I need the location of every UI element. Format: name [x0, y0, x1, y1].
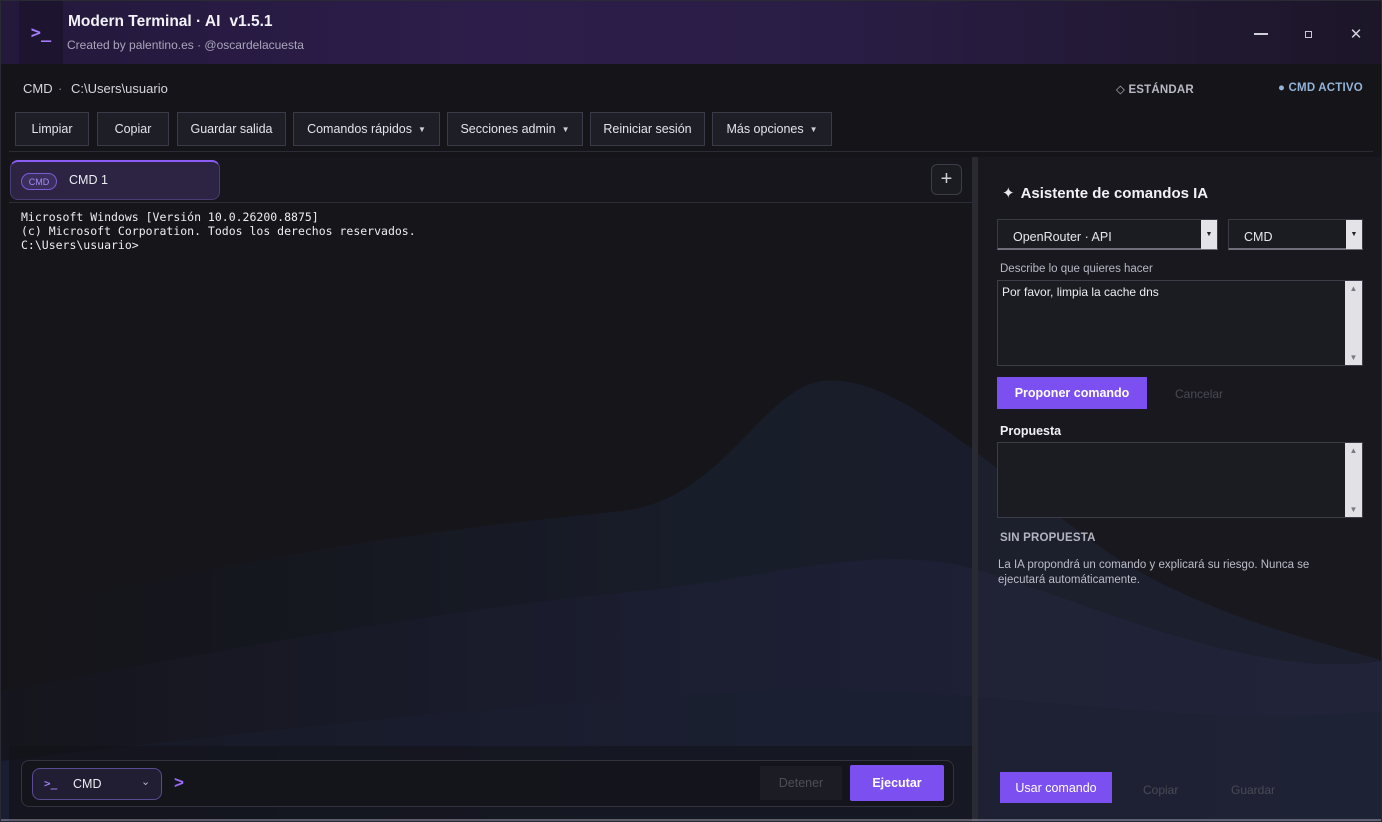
save-proposal-button[interactable]: Guardar — [1231, 783, 1275, 797]
title-bar: >_ Modern Terminal · AI v1.5.1 Created by… — [1, 1, 1381, 64]
ai-panel-title: ✦ Asistente de comandos IA — [1002, 184, 1208, 202]
sparkle-icon: ✦ — [1002, 185, 1015, 202]
scroll-down-icon[interactable]: ▼ — [1345, 505, 1362, 514]
proposal-label: Propuesta — [1000, 424, 1062, 438]
tab-label: CMD 1 — [69, 173, 108, 187]
request-textarea[interactable]: Por favor, limpia la cache dns ▲ ▼ — [997, 280, 1363, 366]
scroll-up-icon[interactable]: ▲ — [1345, 284, 1362, 293]
proposal-scrollbar[interactable]: ▲ ▼ — [1345, 443, 1362, 517]
app-version: v1.5.1 — [229, 13, 273, 30]
run-button[interactable]: Ejecutar — [850, 765, 944, 801]
minimize-button[interactable] — [1246, 21, 1276, 47]
scroll-up-icon[interactable]: ▲ — [1345, 446, 1362, 455]
ai-shell-select[interactable]: CMD ▼ — [1228, 219, 1363, 250]
dropdown-arrow-icon: ▼ — [1201, 220, 1217, 249]
propose-command-label: Proponer comando — [1014, 386, 1130, 400]
mode-cmd-active-indicator[interactable]: ● CMD ACTIVO — [1278, 82, 1363, 94]
more-options-dropdown[interactable]: Más opciones ▼ — [712, 112, 832, 146]
app-name: Modern Terminal · AI — [68, 13, 221, 30]
copy-button[interactable]: Copiar — [97, 112, 169, 146]
admin-sections-label: Secciones admin — [460, 122, 556, 136]
close-icon: ✕ — [1349, 26, 1363, 43]
request-text: Por favor, limpia la cache dns — [1002, 285, 1159, 299]
save-output-label: Guardar salida — [190, 122, 273, 136]
stop-button[interactable]: Detener — [760, 766, 842, 800]
use-command-label: Usar comando — [1015, 780, 1097, 795]
terminal-output[interactable]: Microsoft Windows [Versión 10.0.26200.88… — [21, 210, 961, 252]
toolbar: Limpiar Copiar Guardar salida Comandos r… — [1, 111, 1381, 151]
path-separator: · — [58, 81, 63, 96]
more-options-label: Más opciones — [726, 122, 804, 136]
copy-proposal-button[interactable]: Copiar — [1143, 783, 1178, 797]
quick-commands-dropdown[interactable]: Comandos rápidos ▼ — [293, 112, 440, 146]
ai-shell-select-value: CMD — [1244, 230, 1273, 244]
clear-button[interactable]: Limpiar — [15, 112, 89, 146]
restart-session-button[interactable]: Reiniciar sesión — [590, 112, 705, 146]
mode-standard-toggle[interactable]: ◇ ESTÁNDAR — [1116, 82, 1194, 96]
caret-down-icon: ▼ — [418, 124, 426, 134]
cancel-button[interactable]: Cancelar — [1175, 387, 1223, 401]
clear-label: Limpiar — [31, 122, 73, 136]
prompt-icon: > — [174, 773, 184, 792]
save-output-button[interactable]: Guardar salida — [177, 112, 286, 146]
caret-down-icon: ▼ — [809, 124, 818, 134]
ai-panel-title-text: Asistente de comandos IA — [1020, 185, 1209, 202]
tab-cmd-1[interactable]: CMD CMD 1 — [10, 160, 220, 200]
copy-label: Copiar — [114, 122, 152, 136]
quick-commands-label: Comandos rápidos — [307, 122, 412, 136]
plus-icon: + — [940, 168, 953, 190]
terminal-line: (c) Microsoft Corporation. Todos los der… — [21, 224, 416, 238]
current-directory: C:\Users\usuario — [71, 81, 168, 96]
maximize-icon — [1304, 30, 1312, 38]
scroll-down-icon[interactable]: ▼ — [1345, 353, 1362, 362]
chevron-down-icon: ⌄ — [141, 776, 151, 788]
request-scrollbar[interactable]: ▲ ▼ — [1345, 281, 1362, 365]
admin-sections-dropdown[interactable]: Secciones admin ▼ — [447, 112, 583, 146]
proposal-textarea[interactable]: ▲ ▼ — [997, 442, 1363, 518]
caret-down-icon: ▼ — [561, 124, 570, 134]
provider-select[interactable]: OpenRouter · API ▼ — [997, 219, 1218, 250]
propose-command-button[interactable]: Proponer comando — [997, 377, 1147, 409]
new-tab-button[interactable]: + — [931, 164, 962, 195]
tab-bar: CMD CMD 1 + — [9, 157, 972, 203]
terminal-line: C:\Users\usuario> — [21, 238, 139, 252]
tab-shell-badge: CMD — [21, 173, 57, 190]
terminal-app-icon: >_ — [19, 1, 63, 64]
minimize-icon — [1254, 33, 1268, 35]
describe-label: Describe lo que quieres hacer — [1000, 263, 1153, 275]
dropdown-arrow-icon: ▼ — [1346, 220, 1362, 249]
terminal-panel: CMD CMD 1 + Microsoft Windows [Versión 1… — [9, 157, 972, 821]
toolbar-divider — [9, 151, 1373, 152]
use-command-button[interactable]: Usar comando — [1000, 772, 1112, 803]
app-credits: Created by palentino.es · @oscardelacues… — [67, 38, 304, 52]
terminal-line: Microsoft Windows [Versión 10.0.26200.88… — [21, 210, 319, 224]
app-window: >_ Modern Terminal · AI v1.5.1 Created by… — [0, 0, 1382, 822]
stop-label: Detener — [778, 776, 824, 790]
run-label: Ejecutar — [872, 776, 922, 790]
ai-info-text: La IA propondrá un comando y explicará s… — [998, 559, 1310, 586]
shell-selector-label: CMD — [73, 777, 102, 791]
current-shell: CMD — [23, 81, 53, 96]
path-bar: CMD · C:\Users\usuario ◇ ESTÁNDAR ● CMD … — [1, 64, 1381, 108]
provider-select-value: OpenRouter · API — [1013, 230, 1112, 244]
restart-session-label: Reiniciar sesión — [603, 122, 692, 136]
shell-selector[interactable]: >_ CMD ⌄ — [32, 768, 162, 800]
terminal-icon: >_ — [44, 777, 58, 790]
maximize-button[interactable] — [1293, 21, 1323, 47]
app-title: Modern Terminal · AI v1.5.1 — [68, 13, 273, 31]
proposal-status: SIN PROPUESTA — [1000, 532, 1096, 544]
close-button[interactable]: ✕ — [1341, 21, 1371, 47]
